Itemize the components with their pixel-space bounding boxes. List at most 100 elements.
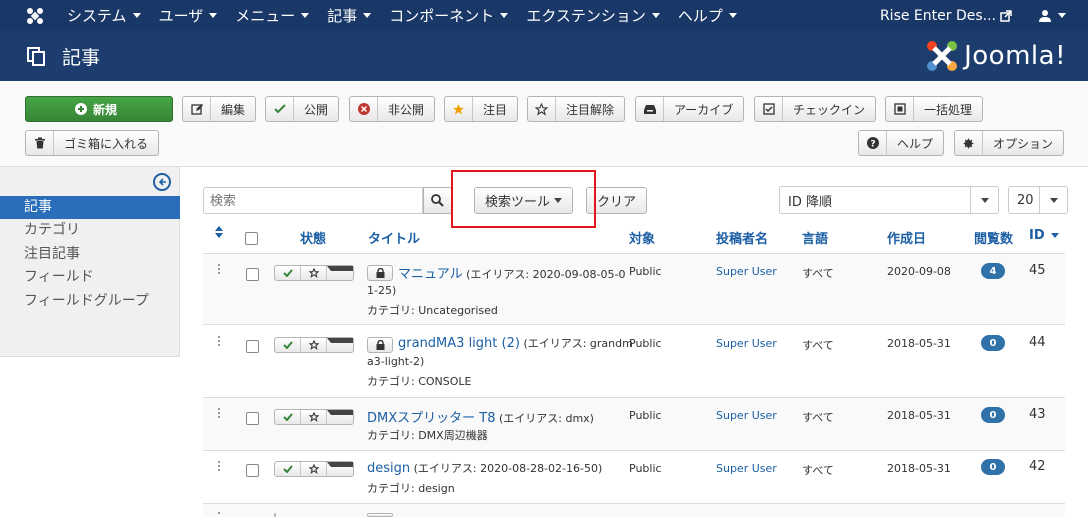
published-check-icon[interactable] <box>275 410 301 424</box>
column-author[interactable]: 投稿者名 <box>716 228 768 247</box>
star-icon <box>453 103 464 114</box>
column-id[interactable]: ID <box>1029 228 1060 243</box>
article-alias: a3-light-2) <box>367 355 425 368</box>
article-title-link[interactable]: DMXスプリッター T8 <box>367 411 495 426</box>
table-row: design (エイリアス: 2020-08-28-02-16-50) カテゴリ… <box>203 451 1065 504</box>
caret-down-icon <box>980 197 989 203</box>
joomla-logo: Joomla! <box>924 38 1066 74</box>
featured-star-icon[interactable] <box>301 266 327 280</box>
page-title: 記事 <box>62 46 101 69</box>
menu-extensions[interactable]: エクステンション <box>517 0 669 31</box>
article-title-cell: grandMA3 light (2) (エイリアス: grandm <box>398 336 633 351</box>
sidebar-item-fields[interactable]: フィールド <box>0 266 180 289</box>
sidebar-item-articles[interactable]: 記事 <box>0 196 180 219</box>
article-title-link[interactable]: grandMA3 light (2) <box>398 336 520 351</box>
copy-icon <box>27 47 45 66</box>
article-category: カテゴリ: design <box>367 482 455 495</box>
article-title-link[interactable]: マニュアル <box>398 267 463 282</box>
search-button[interactable] <box>423 187 452 214</box>
check-icon <box>273 104 286 114</box>
archive-button[interactable]: アーカイブ <box>635 96 745 122</box>
column-language[interactable]: 言語 <box>802 228 828 247</box>
author-link[interactable]: Super User <box>716 462 777 475</box>
author-link[interactable]: Super User <box>716 265 777 278</box>
sidebar-item-featured[interactable]: 注目記事 <box>0 243 180 266</box>
featured-star-icon[interactable] <box>301 410 327 424</box>
row-checkbox[interactable] <box>246 268 259 281</box>
top-navbar: システム ユーザ メニュー 記事 コンポーネント エクステンション ヘルプ Ri… <box>0 0 1088 31</box>
menu-users[interactable]: ユーザ <box>150 0 227 31</box>
new-button[interactable]: 新規 <box>25 96 173 122</box>
article-title-link[interactable]: design <box>367 461 410 476</box>
actions-dropdown-icon[interactable] <box>327 462 353 476</box>
actions-dropdown-icon[interactable] <box>327 266 353 280</box>
featured-star-icon[interactable] <box>301 462 327 476</box>
drag-handle-icon[interactable] <box>218 461 222 473</box>
drag-handle-icon[interactable] <box>218 264 222 276</box>
unpublish-button[interactable]: 非公開 <box>349 96 436 122</box>
caret-down-icon <box>1049 197 1058 203</box>
row-checkbox[interactable] <box>246 412 259 425</box>
lock-icon[interactable] <box>367 337 393 353</box>
lock-icon[interactable] <box>367 513 393 517</box>
drag-handle-icon[interactable] <box>218 336 222 348</box>
lock-icon[interactable] <box>367 265 393 281</box>
featured-star-icon[interactable] <box>301 338 327 352</box>
ordering-sort-icon[interactable] <box>215 226 223 242</box>
site-link[interactable]: Rise Enter Des... <box>872 8 1020 24</box>
drag-handle-icon[interactable] <box>218 408 222 420</box>
actions-dropdown-icon[interactable] <box>327 338 353 352</box>
edit-button[interactable]: 編集 <box>182 96 257 122</box>
caret-down-icon <box>500 13 509 18</box>
author-link[interactable]: Super User <box>716 337 777 350</box>
batch-button[interactable]: 一括処理 <box>885 96 984 122</box>
column-created[interactable]: 作成日 <box>887 228 926 247</box>
user-menu[interactable] <box>1020 9 1088 23</box>
feature-button[interactable]: 注目 <box>444 96 519 122</box>
menu-help[interactable]: ヘルプ <box>669 0 746 31</box>
collapse-sidebar-icon[interactable] <box>153 173 171 191</box>
joomla-menu-icon[interactable] <box>20 0 50 31</box>
sidebar-item-categories[interactable]: カテゴリ <box>0 219 180 242</box>
checkin-button[interactable]: チェックイン <box>754 96 877 122</box>
access-cell: Public <box>629 265 662 278</box>
column-hits[interactable]: 閲覧数 <box>974 228 1013 247</box>
ordering-select[interactable]: ID 降順 <box>779 186 999 214</box>
article-title-cell: design (エイリアス: 2020-08-28-02-16-50) <box>367 461 603 476</box>
published-check-icon[interactable] <box>275 462 301 476</box>
select-all-checkbox[interactable] <box>245 232 258 245</box>
menu-system[interactable]: システム <box>58 0 150 31</box>
actions-dropdown-icon[interactable] <box>327 410 353 424</box>
unfeature-button[interactable]: 注目解除 <box>527 96 626 122</box>
column-status[interactable]: 状態 <box>300 228 326 247</box>
table-row: マニュアル (エイリアス: 2020-09-08-05-0 1-25) カテゴリ… <box>203 254 1065 325</box>
author-link[interactable]: Super User <box>716 409 777 422</box>
drag-handle-icon[interactable] <box>218 512 222 516</box>
options-button[interactable]: オプション <box>954 130 1065 156</box>
publish-button[interactable]: 公開 <box>265 96 340 122</box>
highlight-box <box>451 170 596 228</box>
menu-content[interactable]: 記事 <box>318 0 380 31</box>
sidebar-item-field-groups[interactable]: フィールドグループ <box>0 290 180 313</box>
column-access[interactable]: 対象 <box>629 228 655 247</box>
help-button[interactable]: ? ヘルプ <box>858 130 945 156</box>
published-check-icon[interactable] <box>275 338 301 352</box>
row-checkbox[interactable] <box>246 464 259 477</box>
row-checkbox[interactable] <box>246 340 259 353</box>
limit-select[interactable]: 20 <box>1008 186 1068 214</box>
user-icon <box>1039 9 1051 22</box>
hits-badge: 4 <box>981 263 1005 279</box>
column-title[interactable]: タイトル <box>368 228 420 247</box>
caret-down-icon <box>1058 13 1066 18</box>
table-row <box>203 504 1065 517</box>
trash-button[interactable]: ゴミ箱に入れる <box>25 130 160 156</box>
article-title-cell: マニュアル (エイリアス: 2020-09-08-05-0 <box>398 267 626 282</box>
plus-circle-icon <box>74 103 87 115</box>
published-check-icon[interactable] <box>275 266 301 280</box>
created-cell: 2018-05-31 <box>887 409 951 422</box>
external-link-icon <box>1000 9 1012 22</box>
menu-menus[interactable]: メニュー <box>226 0 318 31</box>
menu-components[interactable]: コンポーネント <box>380 0 517 31</box>
joomla-logo-icon <box>927 41 958 71</box>
search-input[interactable] <box>203 187 423 214</box>
